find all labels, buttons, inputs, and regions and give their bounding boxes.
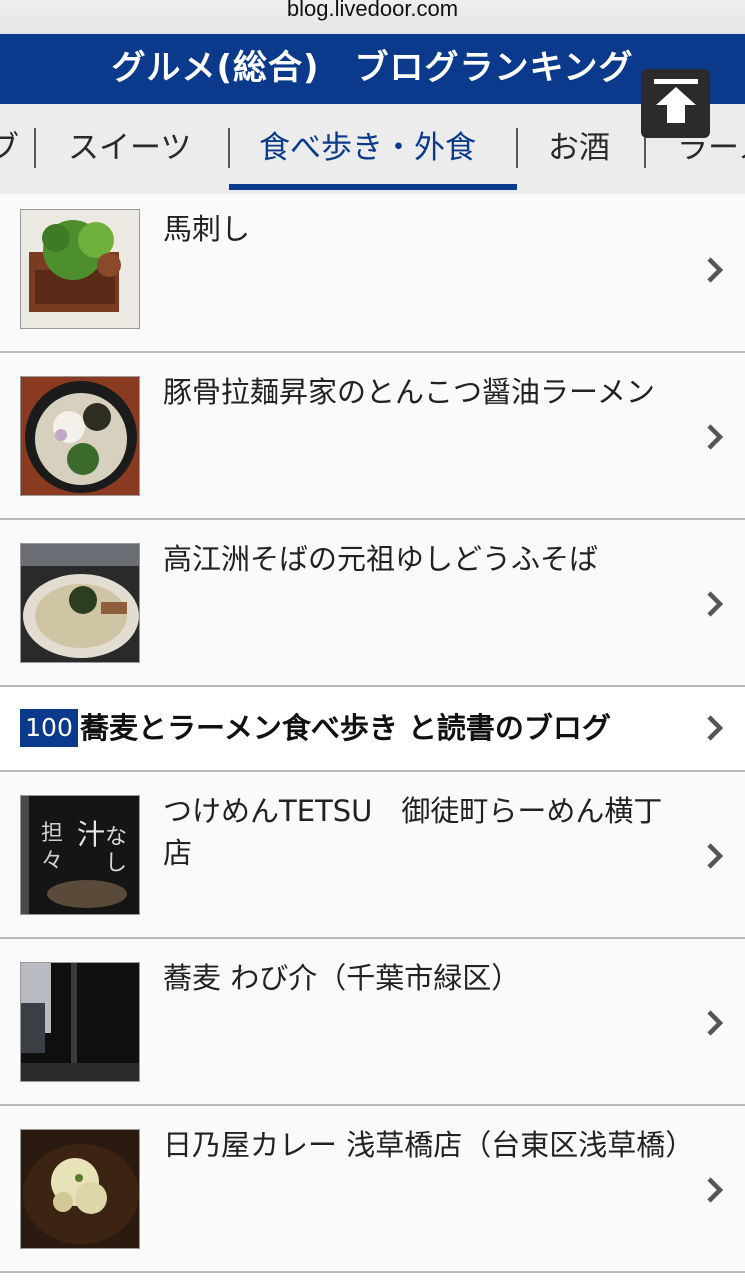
svg-text:々: 々 — [41, 849, 63, 874]
blog-header-row[interactable]: 100 蕎麦とラーメン食べ歩き と読書のブログ — [0, 687, 745, 772]
entry-thumbnail — [20, 376, 140, 496]
tab-sweets[interactable]: スイーツ — [68, 104, 191, 194]
svg-text:担: 担 — [41, 821, 63, 846]
tab-eating-out[interactable]: 食べ歩き・外食 — [259, 104, 476, 194]
entry-thumbnail — [20, 962, 140, 1082]
entry-title: つけめんTETSU 御徒町らーめん横丁店 — [163, 794, 663, 870]
chevron-right-icon — [707, 1010, 724, 1036]
entry-title: 日乃屋カレー 浅草橋店（台東区浅草橋） — [163, 1128, 695, 1162]
tab-divider — [34, 128, 36, 168]
entry-thumbnail — [20, 209, 140, 329]
svg-text:な: な — [105, 825, 127, 850]
chevron-right-icon — [707, 1177, 724, 1203]
tab-divider — [228, 128, 230, 168]
url-text: blog.livedoor.com — [286, 0, 459, 21]
entry-title: 蕎麦 わび介（千葉市緑区） — [163, 961, 521, 995]
list-item[interactable]: 日乃屋カレー 浅草橋店（台東区浅草橋） — [0, 1106, 745, 1273]
entry-title: 馬刺し — [163, 212, 251, 246]
page-title: グルメ(総合) ブログランキング — [111, 48, 634, 88]
entry-title: 高江洲そばの元祖ゆしどうふそば — [163, 542, 599, 576]
tab-alcohol[interactable]: お酒 — [548, 104, 610, 194]
list-item[interactable]: 蕎麦 わび介（千葉市緑区） — [0, 939, 745, 1106]
active-tab-indicator — [229, 184, 517, 190]
arrow-up-icon — [654, 79, 698, 123]
browser-url-bar[interactable]: blog.livedoor.com — [0, 0, 745, 34]
rank-badge: 100 — [20, 709, 78, 747]
chevron-right-icon — [707, 715, 724, 741]
tab-divider — [516, 128, 518, 168]
scroll-to-top-button[interactable] — [641, 69, 710, 138]
tab-previous[interactable]: ブ — [0, 104, 19, 194]
svg-text:し: し — [105, 851, 127, 876]
chevron-right-icon — [707, 257, 724, 283]
entry-title: 豚骨拉麺昇家のとんこつ醤油ラーメン — [163, 375, 655, 409]
chevron-right-icon — [707, 843, 724, 869]
blog-name: 蕎麦とラーメン食べ歩き と読書のブログ — [80, 711, 611, 745]
entry-thumbnail: 汁 な 担 々 し — [20, 795, 140, 915]
list-item[interactable]: 高江洲そばの元祖ゆしどうふそば — [0, 520, 745, 687]
list-item[interactable]: 豚骨拉麺昇家のとんこつ醤油ラーメン — [0, 353, 745, 520]
list-item[interactable]: 馬刺し — [0, 194, 745, 353]
list-item[interactable]: 汁 な 担 々 し つけめんTETSU 御徒町らーめん横丁店 — [0, 772, 745, 939]
category-tabs: ブ スイーツ 食べ歩き・外食 お酒 ラーメ — [0, 104, 745, 195]
svg-text:汁: 汁 — [77, 818, 105, 851]
chevron-right-icon — [707, 591, 724, 617]
chevron-right-icon — [707, 424, 724, 450]
entry-thumbnail — [20, 1129, 140, 1249]
entry-thumbnail — [20, 543, 140, 663]
ranking-header: グルメ(総合) ブログランキング — [0, 34, 745, 104]
